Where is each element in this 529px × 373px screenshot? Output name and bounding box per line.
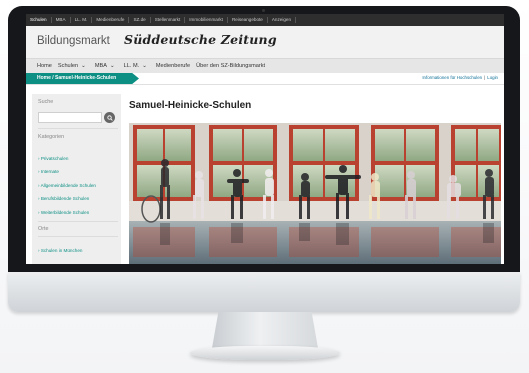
website-screen: Schulen MBA LL. M. Medienberufe SZ.de St… xyxy=(26,14,504,264)
orte-label: Orte xyxy=(38,226,49,232)
chevron-down-icon: ⌄ xyxy=(81,63,86,69)
search-label: Suche xyxy=(38,99,54,105)
main-navigation: Home Schulen ⌄ MBA ⌄ LL. M. ⌄ Medienberufe … xyxy=(26,58,504,73)
nav-item-schulen[interactable]: Schulen ⌄ xyxy=(55,63,92,69)
header-links: Informationen für Hochschulen | Login xyxy=(422,75,498,80)
category-internate[interactable]: Internate xyxy=(38,169,59,174)
nav-item-label: Home xyxy=(37,63,52,69)
gymnasium-photo-illustration xyxy=(129,123,501,264)
divider xyxy=(38,128,118,129)
divider xyxy=(38,221,118,222)
topbar-item-schulen[interactable]: Schulen xyxy=(26,17,52,23)
nav-item-label: Schulen xyxy=(57,63,79,69)
nav-item-home[interactable]: Home xyxy=(26,63,55,69)
topbar-item-anzeigen[interactable]: Anzeigen xyxy=(268,17,296,23)
search-button[interactable] xyxy=(104,112,115,123)
nav-item-label: Über den SZ-Bildungsmarkt xyxy=(196,63,266,69)
nav-item-mba[interactable]: MBA ⌄ xyxy=(92,63,121,69)
monitor-chin xyxy=(8,272,520,312)
link-informationen-hochschulen[interactable]: Informationen für Hochschulen xyxy=(422,75,482,80)
page-title: Samuel-Heinicke-Schulen xyxy=(129,100,252,111)
topbar-item-medienberufe[interactable]: Medienberufe xyxy=(92,17,130,23)
category-privatschulen[interactable]: Privatschulen xyxy=(38,156,69,161)
search-input[interactable] xyxy=(38,112,102,123)
chevron-down-icon: ⌄ xyxy=(142,63,147,69)
nav-item-label: MBA xyxy=(94,63,107,69)
nav-item-label: LL. M. xyxy=(123,63,140,69)
sz-logo[interactable]: Süddeutsche Zeitung xyxy=(124,32,277,47)
site-brand[interactable]: Bildungsmarkt xyxy=(37,35,110,47)
topbar-item-stellenmarkt[interactable]: Stellenmarkt xyxy=(151,17,186,23)
sidebar: Suche Kategorien Privatschulen Internate… xyxy=(32,94,121,264)
breadcrumb-text: Home / Samuel-Heinicke-Schulen xyxy=(37,75,117,81)
topbar-item-immobilienmarkt[interactable]: Immobilienmarkt xyxy=(185,17,228,23)
topbar-item-reiseangebote[interactable]: Reiseangebote xyxy=(228,17,268,23)
category-weiterbildende[interactable]: Weiterbildende Schulen xyxy=(38,210,89,215)
chevron-down-icon: ⌄ xyxy=(109,63,115,69)
nav-item-ueber[interactable]: Über den SZ-Bildungsmarkt xyxy=(193,63,268,69)
school-photo xyxy=(129,123,501,264)
nav-item-label: Medienberufe xyxy=(155,63,191,69)
ort-muenchen[interactable]: Schulen in München xyxy=(38,248,83,253)
breadcrumb-bar: Home / Samuel-Heinicke-Schulen Informati… xyxy=(26,73,504,85)
topbar-item-sz[interactable]: SZ.de xyxy=(129,17,151,23)
nav-item-llm[interactable]: LL. M. ⌄ xyxy=(121,63,153,69)
breadcrumb[interactable]: Home / Samuel-Heinicke-Schulen xyxy=(26,73,139,84)
top-portal-bar: Schulen MBA LL. M. Medienberufe SZ.de St… xyxy=(26,14,504,26)
monitor-stand-foot xyxy=(190,346,340,360)
categories-label: Kategorien xyxy=(38,134,65,140)
category-allgemeinbildende[interactable]: Allgemeinbildende Schulen xyxy=(38,183,96,188)
nav-item-medienberufe[interactable]: Medienberufe xyxy=(153,63,193,69)
search-icon xyxy=(106,114,113,121)
divider xyxy=(38,236,118,237)
monitor-camera xyxy=(262,9,265,12)
topbar-item-mba[interactable]: MBA xyxy=(52,17,71,23)
category-berufsbildende[interactable]: Berufsbildende Schulen xyxy=(38,196,90,201)
site-header: Bildungsmarkt Süddeutsche Zeitung xyxy=(26,26,504,58)
monitor-stand-neck xyxy=(212,312,318,348)
link-login[interactable]: Login xyxy=(487,75,498,80)
topbar-item-llm[interactable]: LL. M. xyxy=(71,17,93,23)
